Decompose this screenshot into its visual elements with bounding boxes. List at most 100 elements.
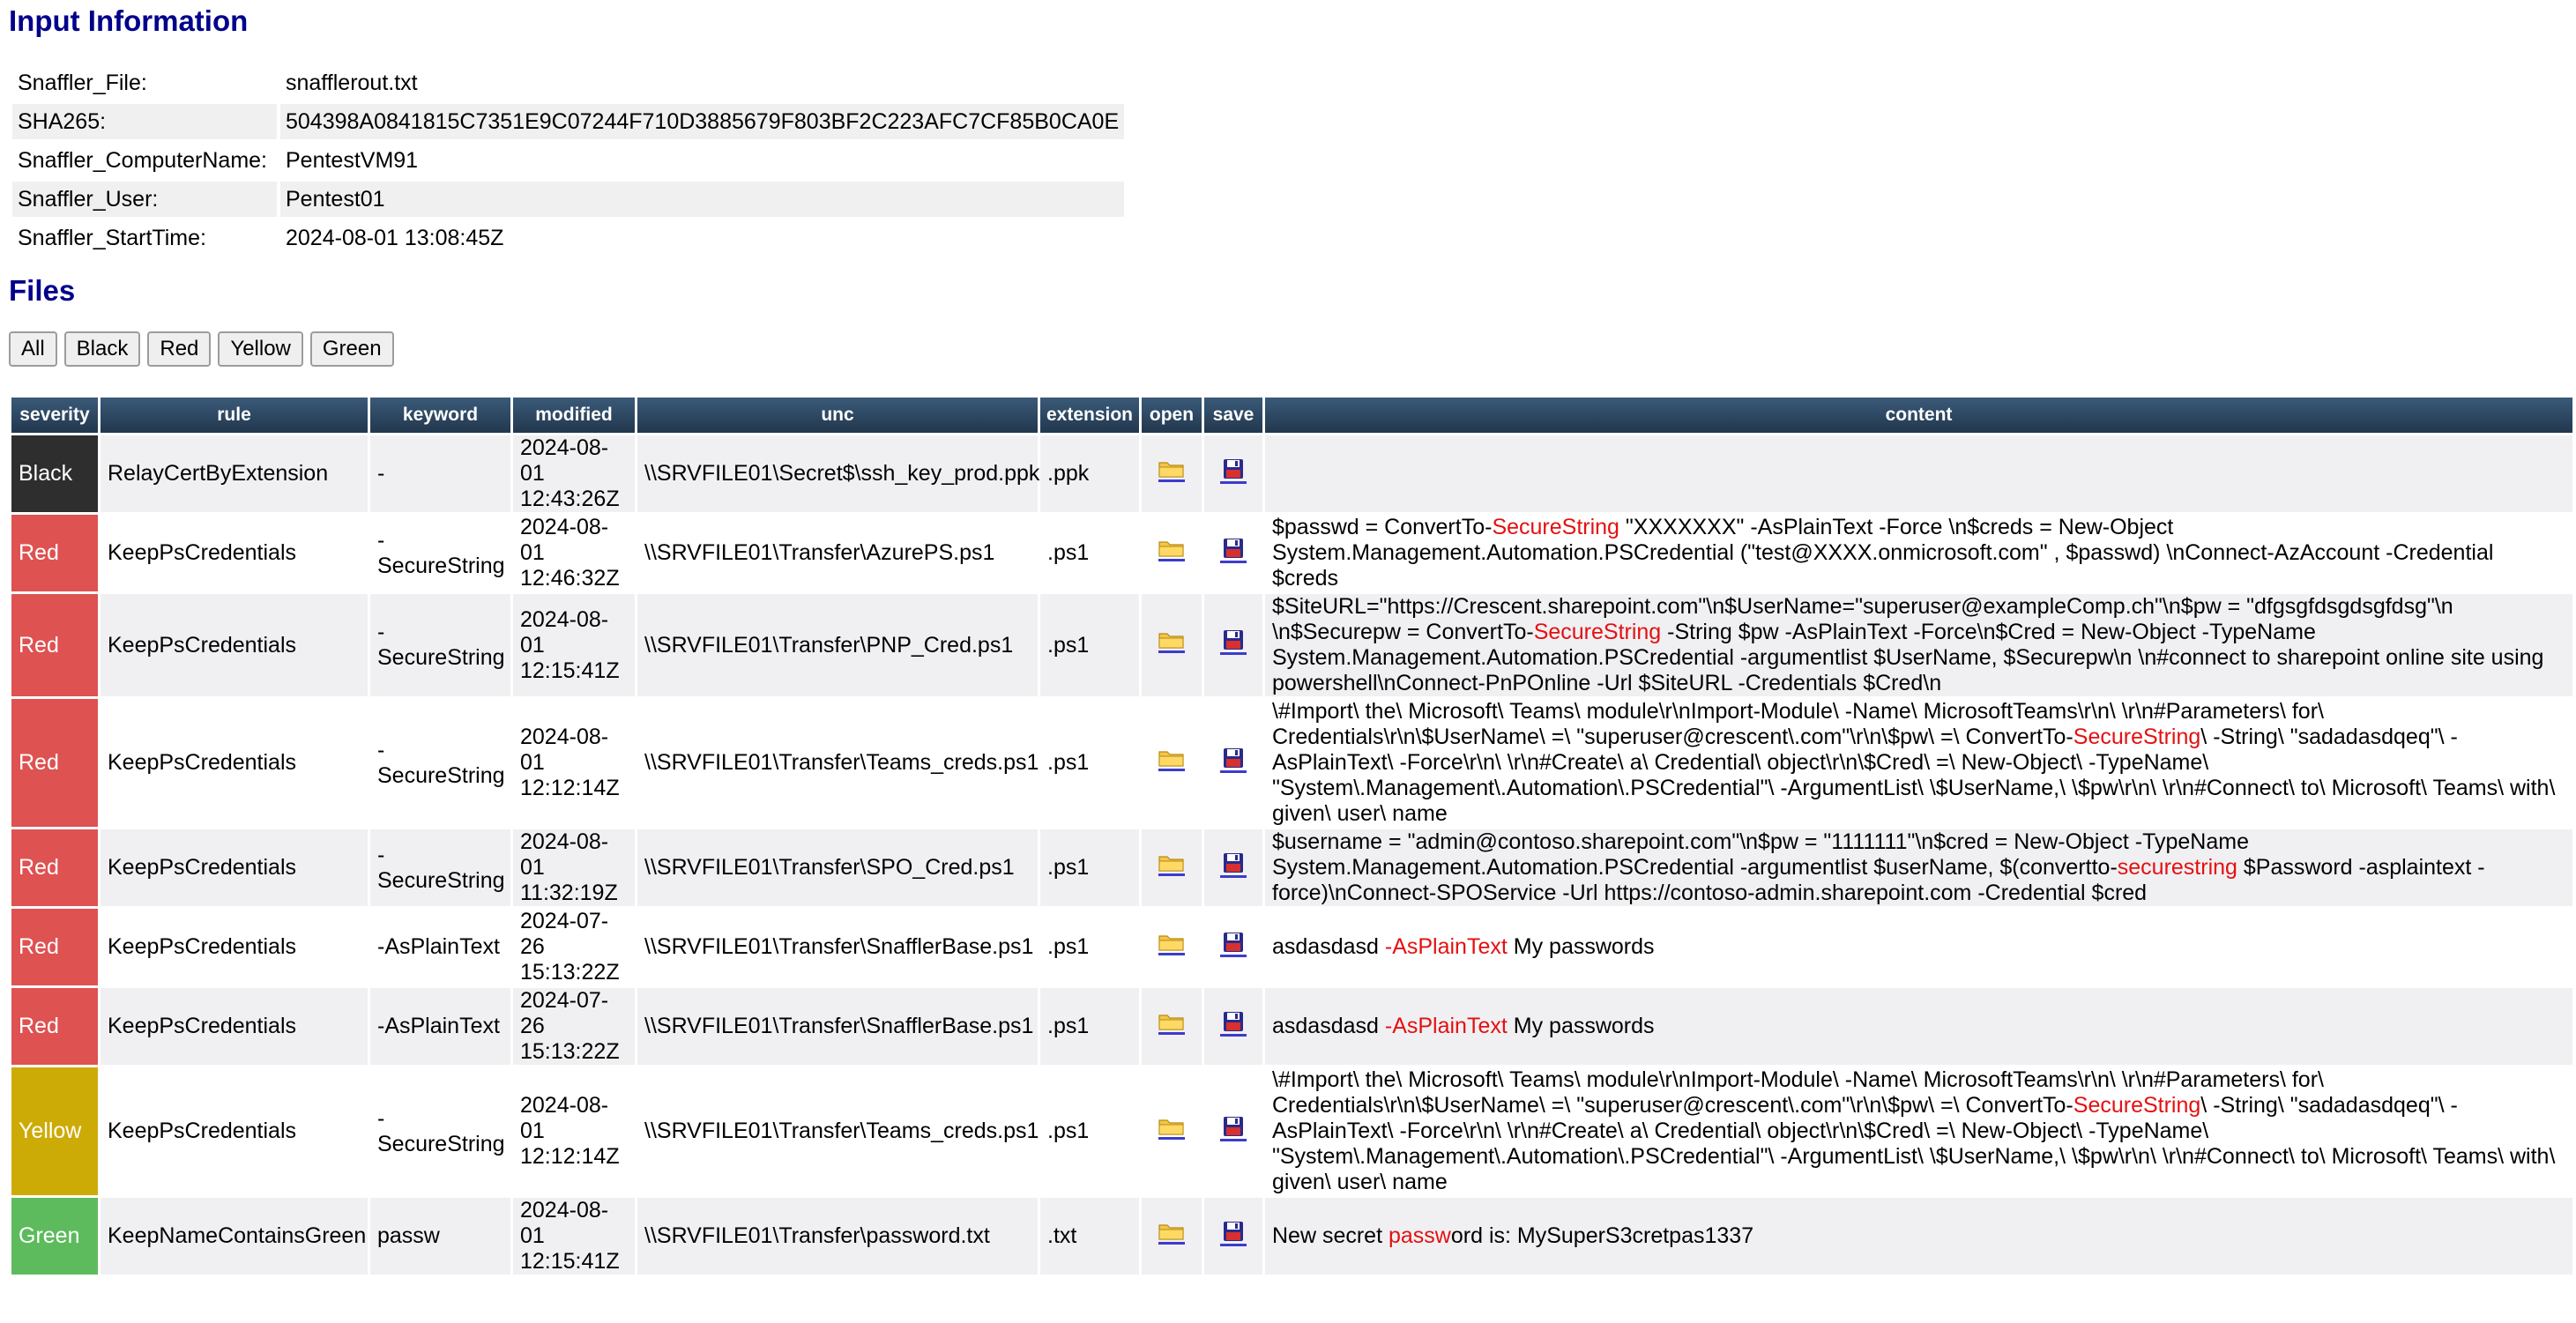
filter-yellow-button[interactable]: Yellow: [218, 331, 303, 367]
content-cell: $username = "admin@contoso.sharepoint.co…: [1265, 829, 2572, 906]
keyword-cell: -SecureString: [370, 699, 510, 827]
table-row: Green KeepNameContainsGreen passw 2024-08-0…: [11, 1198, 2572, 1275]
save-cell: [1204, 435, 1262, 512]
unc-cell: \\SRVFILE01\Transfer\password.txt: [637, 1198, 1038, 1275]
folder-icon[interactable]: [1158, 1013, 1185, 1035]
content-cell: New secret password is: MySuperS3cretpas…: [1265, 1198, 2572, 1275]
extension-cell: .ps1: [1040, 515, 1139, 591]
floppy-disk-icon[interactable]: [1220, 1221, 1247, 1246]
info-row: Snaffler_StartTime: 2024-08-01 13:08:45Z: [12, 220, 1124, 256]
keyword-highlight: SecureString: [1533, 620, 1662, 644]
floppy-disk-icon[interactable]: [1220, 932, 1247, 957]
severity-cell: Red: [11, 988, 98, 1065]
column-header-extension[interactable]: extension: [1040, 398, 1139, 433]
keyword-highlight: SecureString: [1492, 515, 1619, 539]
save-cell: [1204, 909, 1262, 985]
floppy-disk-icon[interactable]: [1220, 852, 1247, 878]
save-cell: [1204, 1067, 1262, 1195]
folder-icon[interactable]: [1158, 1118, 1185, 1140]
content-text: New secret: [1272, 1223, 1389, 1248]
floppy-disk-icon[interactable]: [1220, 1011, 1247, 1037]
modified-cell: 2024-08-01 12:15:41Z: [513, 594, 635, 696]
save-cell: [1204, 515, 1262, 591]
floppy-disk-icon[interactable]: [1220, 1116, 1247, 1141]
files-table: severity rule keyword modified unc extension o…: [9, 395, 2575, 1277]
extension-cell: .ps1: [1040, 988, 1139, 1065]
open-cell: [1142, 435, 1202, 512]
column-header-modified[interactable]: modified: [513, 398, 635, 433]
column-header-rule[interactable]: rule: [101, 398, 368, 433]
info-key: Snaffler_File:: [18, 70, 147, 95]
column-header-open[interactable]: open: [1142, 398, 1202, 433]
info-value: Pentest01: [280, 182, 1125, 217]
extension-cell: .ps1: [1040, 699, 1139, 827]
content-cell: $passwd = ConvertTo-SecureString "XXXXXX…: [1265, 515, 2572, 591]
page: Input Information Snaffler_File: snaffler…: [0, 0, 2576, 1277]
filter-red-button[interactable]: Red: [147, 331, 212, 367]
keyword-cell: -AsPlainText: [370, 909, 510, 985]
table-row: Red KeepPsCredentials -SecureString 2024-08…: [11, 699, 2572, 827]
rule-cell: KeepPsCredentials: [101, 909, 368, 985]
save-cell: [1204, 594, 1262, 696]
severity-cell: Red: [11, 699, 98, 827]
info-row: Snaffler_ComputerName: PentestVM91: [12, 143, 1124, 178]
open-cell: [1142, 1067, 1202, 1195]
open-cell: [1142, 699, 1202, 827]
keyword-cell: -AsPlainText: [370, 988, 510, 1065]
column-header-keyword[interactable]: keyword: [370, 398, 510, 433]
filter-all-button[interactable]: All: [9, 331, 57, 367]
table-row: Red KeepPsCredentials -SecureString 2024-08…: [11, 829, 2572, 906]
unc-cell: \\SRVFILE01\Transfer\Teams_creds.ps1: [637, 699, 1039, 827]
floppy-disk-icon[interactable]: [1220, 538, 1247, 563]
save-cell: [1204, 829, 1262, 906]
keyword-cell: passw: [370, 1198, 510, 1275]
floppy-disk-icon[interactable]: [1220, 747, 1247, 773]
rule-cell: KeepPsCredentials: [101, 1067, 368, 1195]
severity-cell: Red: [11, 594, 98, 696]
folder-icon[interactable]: [1158, 460, 1185, 482]
floppy-disk-icon[interactable]: [1220, 629, 1247, 655]
save-cell: [1204, 988, 1262, 1065]
unc-cell: \\SRVFILE01\Transfer\Teams_creds.ps1: [637, 1067, 1039, 1195]
severity-filter-bar: All Black Red Yellow Green: [9, 331, 2567, 367]
folder-icon[interactable]: [1158, 854, 1185, 876]
severity-cell: Green: [11, 1198, 98, 1275]
content-cell: asdasdasd -AsPlainText My passwords: [1265, 909, 2572, 985]
filter-green-button[interactable]: Green: [309, 331, 394, 367]
open-cell: [1142, 829, 1202, 906]
severity-cell: Yellow: [11, 1067, 98, 1195]
table-row: Red KeepPsCredentials -SecureString 2024-08…: [11, 515, 2572, 591]
keyword-cell: -SecureString: [370, 1067, 510, 1195]
info-value: 504398A0841815C7351E9C07244F710D3885679F…: [280, 104, 1125, 139]
folder-icon[interactable]: [1158, 1223, 1185, 1245]
folder-icon[interactable]: [1158, 933, 1185, 955]
table-row: Red KeepPsCredentials -AsPlainText 2024-07-…: [11, 988, 2572, 1065]
unc-cell: \\SRVFILE01\Transfer\SPO_Cred.ps1: [637, 829, 1038, 906]
folder-icon[interactable]: [1158, 539, 1185, 561]
column-header-save[interactable]: save: [1204, 398, 1262, 433]
modified-cell: 2024-07-26 15:13:22Z: [513, 988, 635, 1065]
info-row: Snaffler_File: snafflerout.txt: [12, 65, 1124, 100]
modified-cell: 2024-08-01 12:46:32Z: [513, 515, 635, 591]
floppy-disk-icon[interactable]: [1220, 458, 1247, 484]
content-text: ord is: MySuperS3cretpas1337: [1450, 1223, 1754, 1248]
open-cell: [1142, 988, 1202, 1065]
table-row: Yellow KeepPsCredentials -SecureString 2024…: [11, 1067, 2572, 1195]
content-cell: asdasdasd -AsPlainText My passwords: [1265, 988, 2572, 1065]
keyword-cell: -SecureString: [370, 515, 510, 591]
rule-cell: KeepPsCredentials: [101, 988, 368, 1065]
save-cell: [1204, 1198, 1262, 1275]
folder-icon[interactable]: [1158, 631, 1185, 653]
column-header-content[interactable]: content: [1265, 398, 2572, 433]
folder-icon[interactable]: [1158, 749, 1185, 771]
info-value: snafflerout.txt: [286, 70, 418, 95]
keyword-highlight: -AsPlainText: [1384, 1014, 1508, 1038]
info-key: Snaffler_StartTime:: [18, 225, 206, 250]
save-cell: [1204, 699, 1262, 827]
column-header-severity[interactable]: severity: [11, 398, 98, 433]
keyword-highlight: SecureString: [2073, 1093, 2201, 1118]
rule-cell: KeepPsCredentials: [101, 515, 368, 591]
extension-cell: .ps1: [1040, 1067, 1139, 1195]
column-header-unc[interactable]: unc: [637, 398, 1038, 433]
filter-black-button[interactable]: Black: [63, 331, 141, 367]
